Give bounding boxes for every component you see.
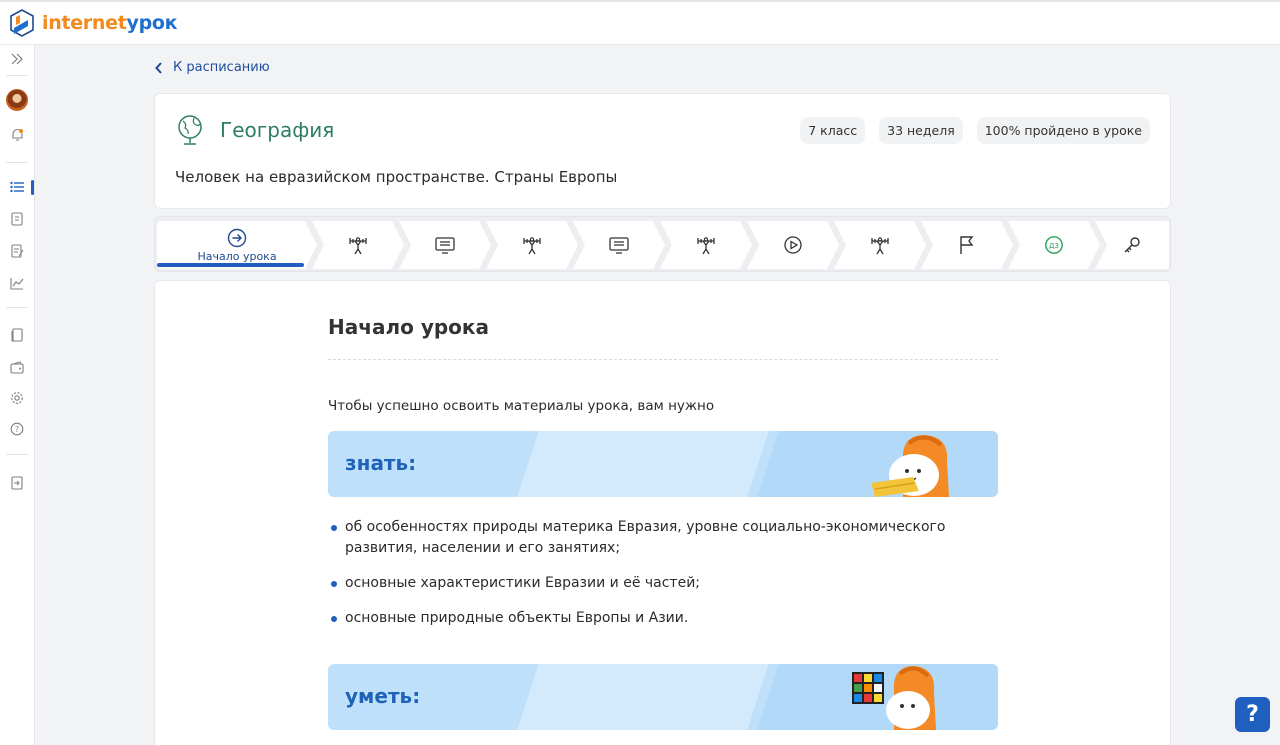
logo-text-urok: урок [126,12,178,34]
wallet-icon[interactable] [8,358,26,376]
can-banner: уметь: [328,664,998,730]
back-label: К расписанию [173,60,270,75]
list-item: основные характеристики Евразии и её час… [328,573,988,594]
know-label: знать: [345,451,417,475]
know-banner: знать: [328,431,998,497]
step-lesson-start[interactable]: Начало урока [157,221,317,269]
step-video[interactable] [747,221,839,269]
step-key[interactable] [1095,221,1169,269]
library-icon[interactable] [8,326,26,344]
sidebar: ? [0,45,35,745]
step-theory-1[interactable] [399,221,491,269]
theory-icon [608,236,630,254]
svg-text:ДЗ: ДЗ [1049,242,1059,250]
avatar[interactable] [6,89,28,111]
active-indicator [31,180,34,195]
arrow-right-circle-icon [227,228,247,248]
mascot-with-cube-icon [852,666,936,730]
mascot-with-books-icon [871,435,949,497]
journal-icon[interactable] [8,210,26,228]
training-icon [695,235,717,255]
step-homework[interactable]: ДЗ [1008,221,1100,269]
schedule-list-icon[interactable] [8,178,26,196]
homework-icon: ДЗ [1044,235,1064,255]
logout-icon[interactable] [8,474,26,492]
theory-icon [434,236,456,254]
video-icon [783,235,803,255]
key-icon [1124,237,1140,253]
active-step-underline [157,263,304,267]
help-circle-icon[interactable]: ? [8,420,26,438]
list-item: основные природные объекты Европы и Азии… [328,608,988,629]
training-icon [521,235,543,255]
grade-badge: 7 класс [800,117,866,144]
help-button[interactable]: ? [1235,697,1270,732]
lesson-title: Человек на евразийском пространстве. Стр… [175,168,618,186]
logo-text-internet: internet [42,12,127,34]
step-label: Начало урока [197,249,277,263]
step-training-3[interactable] [660,221,752,269]
week-badge: 33 неделя [879,117,963,144]
training-icon [869,235,891,255]
divider [328,359,998,360]
content-title: Начало урока [328,315,489,339]
notifications-icon[interactable] [8,125,26,143]
chevron-left-icon [155,61,162,74]
progress-badge: 100% пройдено в уроке [976,117,1150,144]
logo[interactable]: internetурок [8,8,178,38]
flag-icon [958,235,976,255]
step-training-1[interactable] [312,221,404,269]
lesson-header-card: География 7 класс 33 неделя 100% пройден… [154,93,1171,209]
can-label: уметь: [345,684,421,708]
progress-chart-icon[interactable] [8,274,26,292]
step-finish-flag[interactable] [921,221,1013,269]
back-to-schedule-link[interactable]: К расписанию [155,60,270,75]
step-theory-2[interactable] [573,221,665,269]
lesson-stepper: Начало урока ДЗ [154,216,1171,272]
globe-icon [178,115,202,145]
expand-sidebar-icon[interactable] [8,50,26,68]
step-training-4[interactable] [834,221,926,269]
intro-text: Чтобы успешно освоить материалы урока, в… [328,398,715,414]
step-training-2[interactable] [486,221,578,269]
top-bar: internetурок [0,0,1280,45]
svg-text:?: ? [15,425,19,434]
subject-title: География [220,118,335,142]
tasks-icon[interactable] [8,242,26,260]
lesson-content-card: Начало урока Чтобы успешно освоить матер… [154,280,1171,745]
lesson-badges: 7 класс 33 неделя 100% пройдено в уроке [800,117,1150,144]
training-icon [347,235,369,255]
list-item: об особенностях природы материка Евразия… [328,517,988,559]
know-list: об особенностях природы материка Евразия… [328,517,988,643]
settings-icon[interactable] [8,389,26,407]
logo-icon [10,9,34,37]
